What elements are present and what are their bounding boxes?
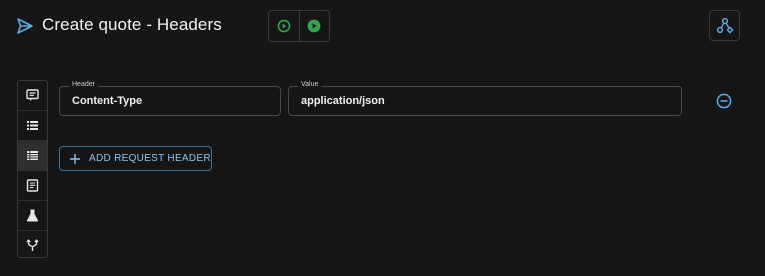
page-title: Create quote - Headers: [42, 15, 222, 34]
header-value-value: application/json: [301, 95, 385, 107]
table-list-icon: [27, 151, 38, 160]
title-bar: Create quote - Headers: [0, 0, 765, 52]
header-value-field[interactable]: Value application/json: [288, 80, 682, 116]
sidebar-item-flow[interactable]: [18, 231, 47, 260]
share-button[interactable]: [709, 10, 740, 41]
run-all-button[interactable]: [298, 11, 330, 41]
sidebar-item-headers[interactable]: [18, 141, 47, 171]
sidebar-item-tests[interactable]: [18, 201, 47, 231]
header-field-label: Header: [69, 80, 98, 90]
send-icon: [17, 18, 33, 34]
comment-icon: [26, 89, 39, 101]
add-request-header-button[interactable]: ADD REQUEST HEADER: [59, 146, 212, 171]
document-icon: [26, 179, 39, 192]
plus-icon: [70, 153, 80, 164]
value-field-label: Value: [298, 80, 322, 90]
side-toolbar: [17, 80, 48, 258]
minus-circle-icon[interactable]: [715, 92, 733, 110]
share-icon: [716, 17, 734, 34]
sidebar-item-params[interactable]: [18, 111, 47, 141]
list-icon: [27, 121, 38, 130]
fork-icon: [26, 239, 39, 251]
flask-icon: [26, 209, 39, 222]
add-request-header-label: ADD REQUEST HEADER: [89, 153, 211, 164]
play-outline-icon: [277, 19, 291, 33]
run-button[interactable]: [269, 11, 299, 41]
sidebar-item-description[interactable]: [18, 81, 47, 111]
run-button-group: [268, 10, 330, 42]
header-name-value: Content-Type: [72, 95, 143, 107]
header-name-field[interactable]: Header Content-Type: [59, 80, 281, 116]
sidebar-item-body[interactable]: [18, 171, 47, 201]
play-filled-icon: [307, 19, 321, 33]
